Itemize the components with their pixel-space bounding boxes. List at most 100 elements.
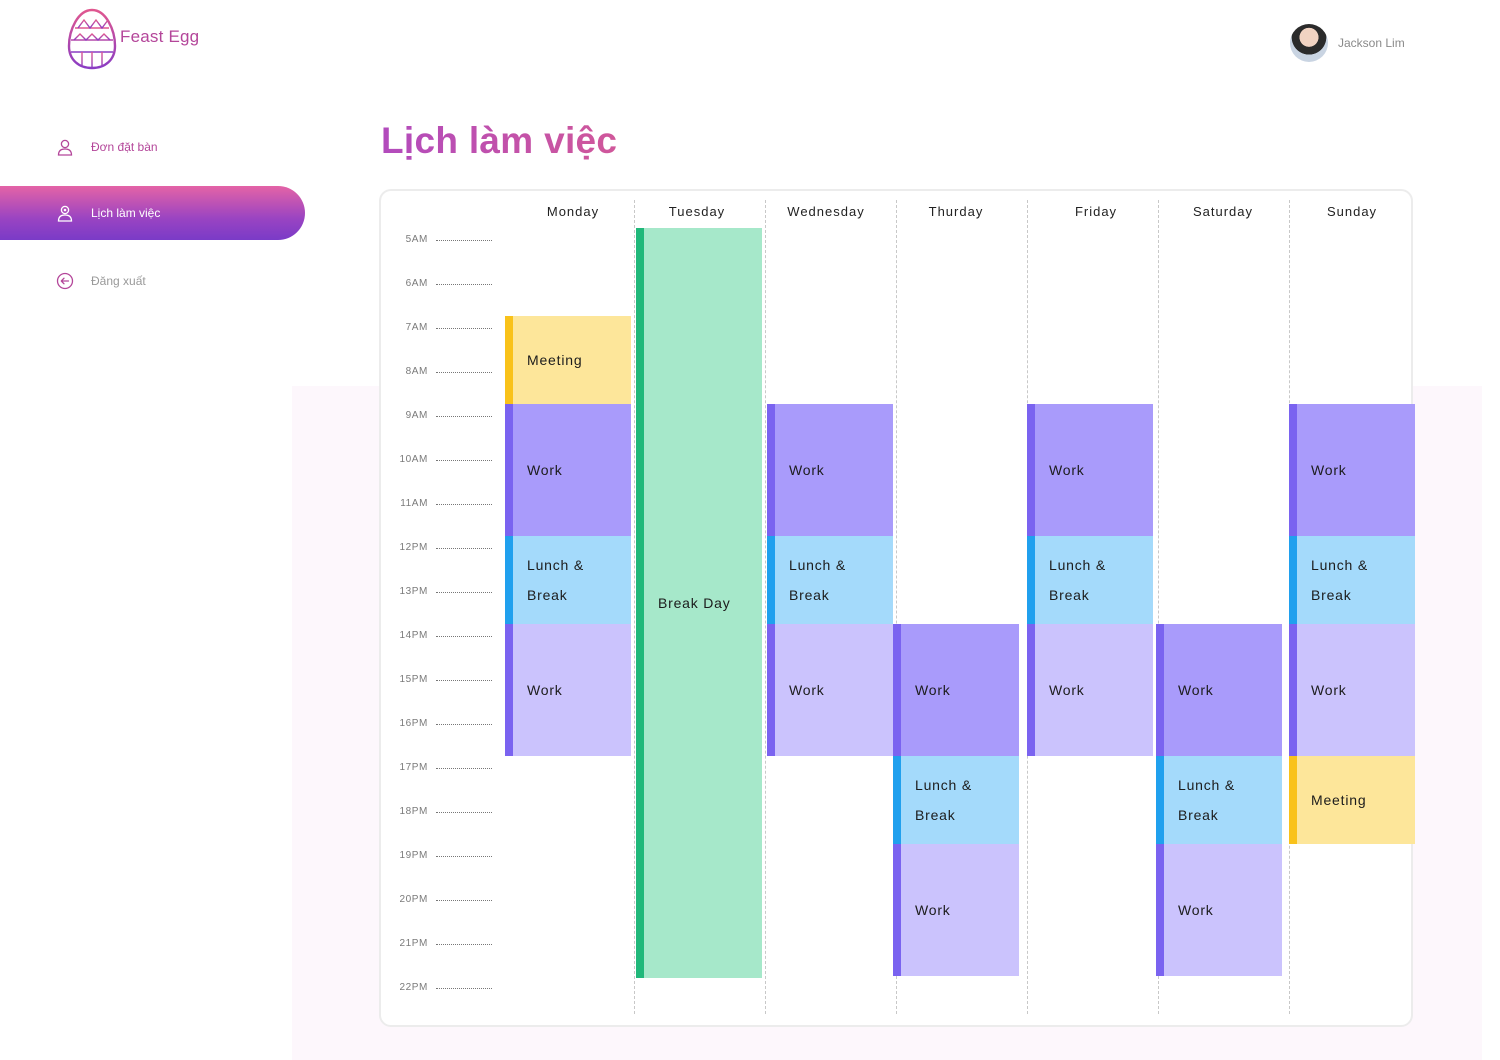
user-name: Jackson Lim	[1338, 36, 1405, 50]
event-label: Lunch & Break	[1049, 557, 1106, 603]
event-label: Work	[1178, 682, 1214, 698]
event-accent-bar	[1289, 536, 1297, 624]
time-gridline	[436, 768, 492, 769]
event-accent-bar	[505, 536, 513, 624]
time-gridline	[436, 240, 492, 241]
event-accent-bar	[505, 624, 513, 756]
time-label: 17PM	[399, 762, 428, 773]
time-label: 5AM	[405, 234, 428, 245]
event-label: Work	[1049, 462, 1085, 478]
sidebar-item-schedule[interactable]: Lịch làm việc	[0, 186, 305, 240]
sidebar-item-orders[interactable]: Đơn đặt bàn	[0, 120, 305, 174]
easter-egg-icon	[67, 8, 117, 70]
event-accent-bar	[893, 624, 901, 756]
page-title: Lịch làm việc	[381, 120, 618, 161]
event-work2-block[interactable]: Work	[1156, 844, 1282, 976]
time-label: 19PM	[399, 850, 428, 861]
calendar-user-icon	[56, 204, 74, 222]
event-meeting-block[interactable]: Meeting	[505, 316, 631, 404]
time-label: 11AM	[400, 498, 428, 509]
day-header-sunday: Sunday	[1326, 204, 1378, 219]
event-label: Work	[1178, 902, 1214, 918]
time-label: 10AM	[399, 454, 428, 465]
event-work-block[interactable]: Work	[505, 404, 631, 536]
event-accent-bar	[1289, 624, 1297, 756]
column-divider	[765, 200, 766, 1014]
logo[interactable]: Feast Egg	[66, 8, 199, 70]
time-gridline	[436, 548, 492, 549]
user-icon	[56, 138, 74, 156]
event-accent-bar	[636, 228, 644, 979]
event-label: Meeting	[1311, 792, 1367, 808]
time-gridline	[436, 812, 492, 813]
event-accent-bar	[893, 756, 901, 844]
sidebar-item-logout[interactable]: Đăng xuất	[0, 254, 305, 308]
time-gridline	[436, 416, 492, 417]
time-gridline	[436, 988, 492, 989]
event-work2-block[interactable]: Work	[767, 624, 893, 756]
time-gridline	[436, 284, 492, 285]
time-label: 15PM	[399, 674, 428, 685]
time-gridline	[436, 856, 492, 857]
event-accent-bar	[767, 404, 775, 536]
time-label: 22PM	[399, 982, 428, 993]
event-label: Work	[789, 682, 825, 698]
event-work-block[interactable]: Work	[767, 404, 893, 536]
avatar[interactable]	[1290, 24, 1328, 62]
time-gridline	[436, 636, 492, 637]
event-work2-block[interactable]: Work	[1027, 624, 1153, 756]
event-work-block[interactable]: Work	[1027, 404, 1153, 536]
time-label: 8AM	[405, 366, 428, 377]
time-label: 7AM	[405, 322, 428, 333]
time-gridline	[436, 504, 492, 505]
event-work-block[interactable]: Work	[1289, 404, 1415, 536]
time-label: 9AM	[405, 410, 428, 421]
event-accent-bar	[1027, 536, 1035, 624]
event-lunch-block[interactable]: Lunch & Break	[1156, 756, 1282, 844]
time-gridline	[436, 592, 492, 593]
time-gridline	[436, 372, 492, 373]
event-label: Work	[527, 682, 563, 698]
brand-name: Feast Egg	[120, 27, 200, 46]
event-work-block[interactable]: Work	[893, 624, 1019, 756]
event-accent-bar	[1289, 756, 1297, 844]
event-label: Work	[1311, 682, 1347, 698]
event-label: Work	[1049, 682, 1085, 698]
event-accent-bar	[1156, 844, 1164, 976]
sidebar-item-label: Lịch làm việc	[91, 206, 161, 220]
time-label: 16PM	[399, 718, 428, 729]
event-accent-bar	[505, 316, 513, 404]
user-profile[interactable]: Jackson Lim	[1290, 24, 1405, 62]
event-label: Work	[789, 462, 825, 478]
event-label: Work	[527, 462, 563, 478]
event-label: Lunch & Break	[789, 557, 846, 603]
event-lunch-block[interactable]: Lunch & Break	[893, 756, 1019, 844]
time-gridline	[436, 900, 492, 901]
time-label: 12PM	[399, 542, 428, 553]
event-accent-bar	[1156, 624, 1164, 756]
event-accent-bar	[767, 624, 775, 756]
event-break-block[interactable]: Break Day	[636, 228, 762, 979]
event-lunch-block[interactable]: Lunch & Break	[1289, 536, 1415, 624]
event-label: Lunch & Break	[1178, 777, 1235, 823]
event-label: Lunch & Break	[1311, 557, 1368, 603]
event-label: Lunch & Break	[915, 777, 972, 823]
event-lunch-block[interactable]: Lunch & Break	[505, 536, 631, 624]
event-lunch-block[interactable]: Lunch & Break	[767, 536, 893, 624]
event-meeting-block[interactable]: Meeting	[1289, 756, 1415, 844]
time-label: 13PM	[399, 586, 428, 597]
event-work2-block[interactable]: Work	[893, 844, 1019, 976]
event-accent-bar	[893, 844, 901, 976]
event-accent-bar	[1156, 756, 1164, 844]
time-label: 21PM	[399, 938, 428, 949]
event-label: Meeting	[527, 352, 583, 368]
event-work2-block[interactable]: Work	[505, 624, 631, 756]
event-accent-bar	[505, 404, 513, 536]
event-accent-bar	[1289, 404, 1297, 536]
event-work2-block[interactable]: Work	[1289, 624, 1415, 756]
event-work-block[interactable]: Work	[1156, 624, 1282, 756]
event-label: Lunch & Break	[527, 557, 584, 603]
event-lunch-block[interactable]: Lunch & Break	[1027, 536, 1153, 624]
sidebar-item-label: Đơn đặt bàn	[91, 140, 158, 154]
event-accent-bar	[767, 536, 775, 624]
